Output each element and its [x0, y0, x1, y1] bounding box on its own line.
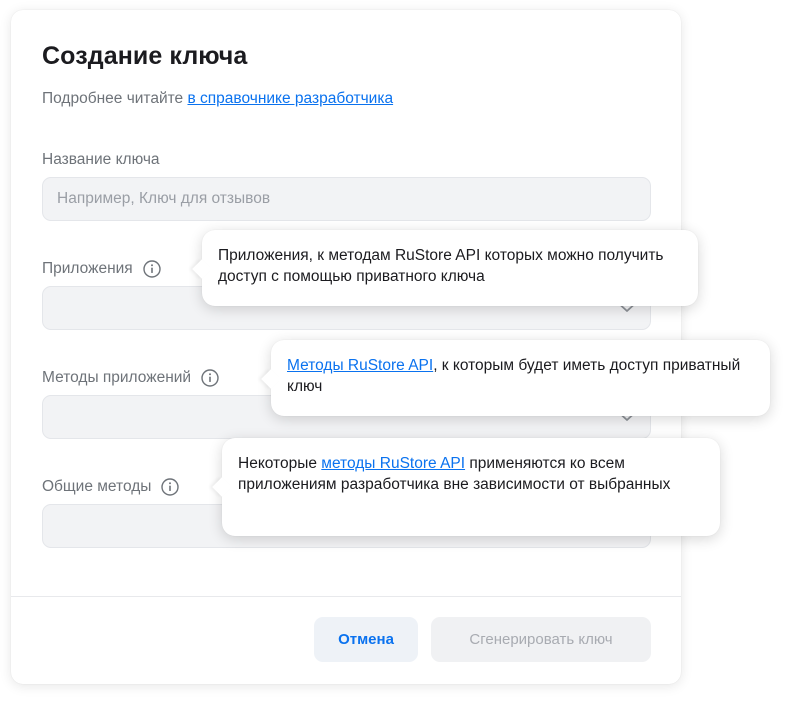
key-name-label: Название ключа	[42, 151, 160, 169]
key-name-field[interactable]	[42, 177, 651, 221]
applications-tooltip: Приложения, к методам RuStore API которы…	[202, 230, 698, 306]
common-methods-tooltip: Некоторые методы RuStore API применяются…	[222, 438, 720, 536]
rustore-api-methods-link[interactable]: методы RuStore API	[321, 455, 465, 472]
key-name-label-text: Название ключа	[42, 151, 160, 168]
common-methods-label: Общие методы	[42, 478, 180, 496]
subtitle-text: Подробнее читайте	[42, 90, 188, 107]
dialog-subtitle: Подробнее читайте в справочнике разработ…	[42, 90, 393, 108]
app-methods-tooltip: Методы RuStore API, к которым будет имет…	[271, 340, 770, 416]
developer-guide-link[interactable]: в справочнике разработчика	[187, 90, 393, 107]
info-icon[interactable]	[201, 369, 219, 387]
common-methods-tooltip-text-before: Некоторые	[238, 455, 322, 472]
app-methods-label-text: Методы приложений	[42, 369, 192, 386]
generate-key-button[interactable]: Сгенерировать ключ	[431, 617, 651, 662]
common-methods-label-text: Общие методы	[42, 478, 152, 495]
applications-tooltip-text: Приложения, к методам RuStore API которы…	[218, 247, 664, 285]
info-icon[interactable]	[142, 260, 161, 278]
dialog-title: Создание ключа	[42, 42, 248, 70]
key-name-input[interactable]	[43, 178, 650, 220]
rustore-api-methods-link[interactable]: Методы RuStore API	[287, 357, 433, 374]
app-methods-label: Методы приложений	[42, 369, 219, 387]
applications-label-text: Приложения	[42, 260, 133, 277]
cancel-button[interactable]: Отмена	[314, 617, 418, 662]
applications-label: Приложения	[42, 260, 161, 278]
info-icon[interactable]	[161, 478, 180, 496]
footer-divider	[11, 596, 681, 597]
